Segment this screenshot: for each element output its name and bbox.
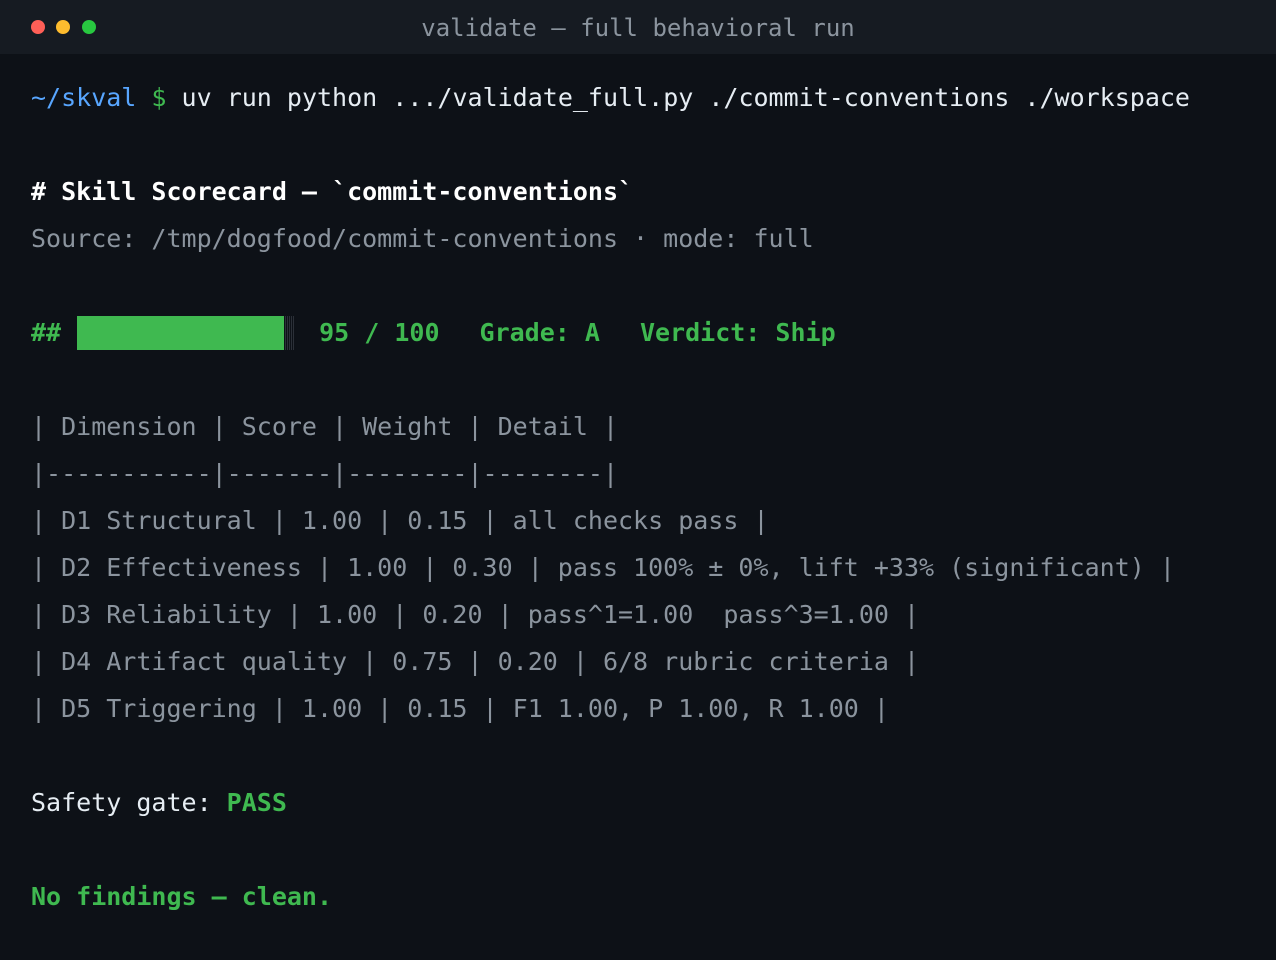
bar-prefix: ##	[31, 318, 62, 347]
safety-gate-label: Safety gate:	[31, 788, 227, 817]
command-line: ~/skval $ uv run python .../validate_ful…	[31, 81, 1190, 115]
title-bar: validate — full behavioral run	[0, 0, 1276, 54]
table-header: | Dimension | Score | Weight | Detail |	[31, 412, 618, 441]
table-row: | D3 Reliability | 1.00 | 0.20 | pass^1=…	[31, 600, 920, 629]
findings-line: No findings — clean.	[31, 882, 333, 911]
table-row: | D4 Artifact quality | 0.75 | 0.20 | 6/…	[31, 647, 920, 676]
source-line: Source: /tmp/dogfood/commit-conventions …	[31, 224, 814, 253]
scorecard-heading: # Skill Scorecard — `commit-conventions`	[31, 177, 634, 206]
safety-gate-status: PASS	[226, 788, 287, 817]
score-progress-bar	[77, 316, 296, 350]
prompt-symbol: $	[151, 83, 167, 112]
score-line: ## 95 / 100 Grade: A Verdict: Ship	[31, 316, 836, 350]
window-title: validate — full behavioral run	[421, 14, 855, 42]
score-value: 95 / 100	[319, 318, 440, 347]
table-row: | D5 Triggering | 1.00 | 0.15 | F1 1.00,…	[31, 694, 889, 723]
safety-gate-line: Safety gate: PASS	[31, 786, 287, 820]
terminal-window: validate — full behavioral run ~/skval $…	[0, 0, 1276, 960]
grade-text: Grade: A	[479, 318, 600, 347]
table-row: | D1 Structural | 1.00 | 0.15 | all chec…	[31, 506, 769, 535]
verdict-text: Verdict: Ship	[639, 318, 836, 347]
command-text: uv run python .../validate_full.py ./com…	[181, 83, 1190, 112]
prompt-path: ~/skval	[31, 83, 137, 112]
table-row: | D2 Effectiveness | 1.00 | 0.30 | pass …	[31, 553, 1175, 582]
table-separator: |-----------|-------|--------|--------|	[31, 459, 618, 488]
score-bar-fill	[77, 316, 285, 350]
